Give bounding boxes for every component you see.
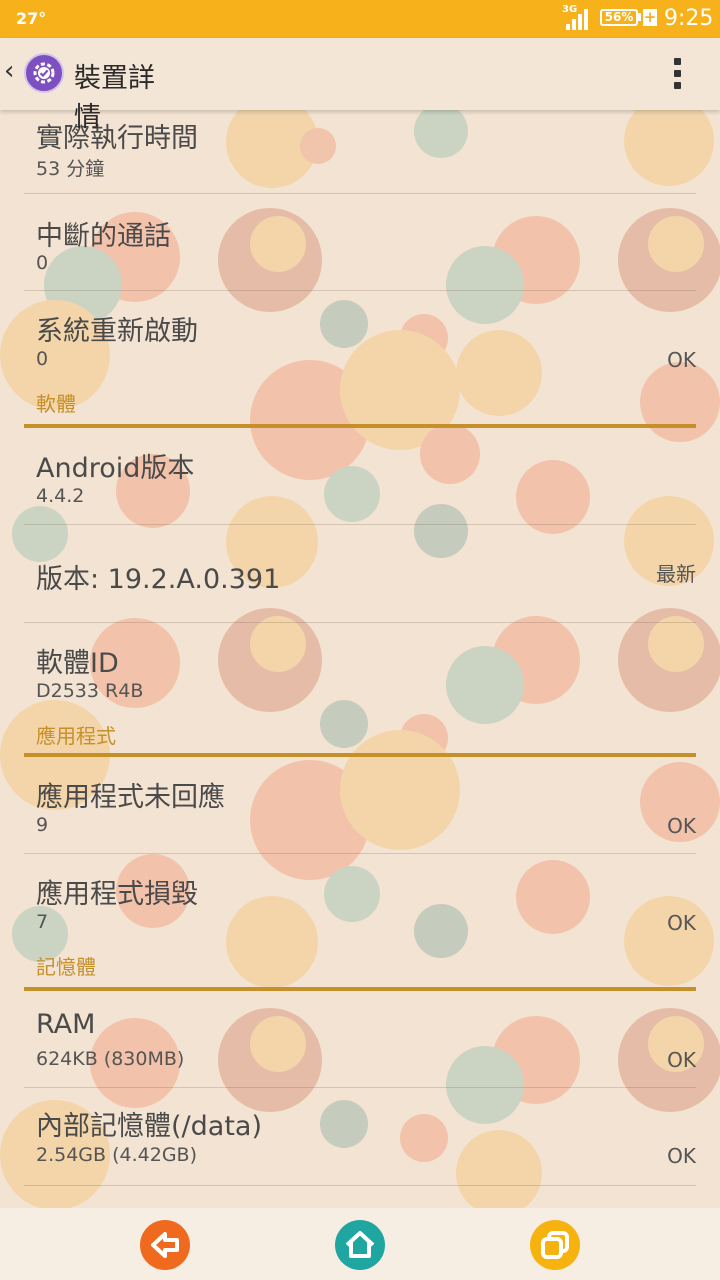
item-value: 53 分鐘 — [36, 158, 105, 180]
section-header-memory: 記憶體 — [24, 951, 696, 991]
item-title: Android版本 — [36, 453, 195, 484]
item-value: 0 — [36, 252, 49, 274]
nav-back-button[interactable] — [140, 1220, 190, 1270]
status-label: 最新 — [656, 562, 696, 586]
item-value: 7 — [36, 911, 49, 933]
list-item[interactable]: RAM 624KB (830MB) OK — [24, 991, 696, 1088]
item-title: 應用程式損毀 — [36, 879, 198, 910]
status-label: OK — [667, 1048, 696, 1072]
nav-home-button[interactable] — [335, 1220, 385, 1270]
overflow-dot-icon — [674, 58, 681, 65]
item-value: 9 — [36, 814, 49, 836]
section-header-label: 記憶體 — [36, 955, 96, 979]
device-details-list[interactable]: 實際執行時間 53 分鐘 中斷的通話 0 系統重新啟動 0 OK 軟體 Andr… — [0, 110, 720, 1208]
signal-strength-icon — [566, 9, 588, 30]
item-value: 624KB (830MB) — [36, 1048, 185, 1070]
item-title: 軟體ID — [36, 648, 119, 679]
arrow-left-icon — [151, 1232, 179, 1258]
item-title: 中斷的通話 — [36, 221, 171, 252]
nav-recents-button[interactable] — [530, 1220, 580, 1270]
navigation-bar — [0, 1208, 720, 1280]
overflow-menu-button[interactable] — [664, 56, 692, 92]
action-bar: ‹ 裝置詳情 — [0, 38, 720, 133]
item-title: 系統重新啟動 — [36, 316, 198, 347]
stacked-squares-icon — [541, 1231, 569, 1259]
section-header-software: 軟體 — [24, 388, 696, 428]
item-value: D2533 R4B — [36, 680, 144, 702]
list-item[interactable]: 應用程式未回應 9 OK — [24, 757, 696, 854]
battery-tip — [638, 13, 641, 21]
page-title: 裝置詳情 — [74, 63, 155, 133]
status-label: OK — [667, 911, 696, 935]
charging-icon: + — [643, 8, 657, 26]
temperature-indicator: 27° — [16, 9, 47, 28]
list-item[interactable]: 應用程式損毀 7 OK — [24, 854, 696, 951]
house-icon — [345, 1231, 375, 1258]
item-value: 2.54GB (4.42GB) — [36, 1144, 197, 1166]
clock: 9:25 — [664, 6, 714, 31]
list-item[interactable]: 系統重新啟動 0 OK — [24, 291, 696, 388]
list-item[interactable]: 版本: 19.2.A.0.391 最新 — [24, 525, 696, 623]
status-bar: 27° 3G 56% + 9:25 — [0, 0, 720, 38]
status-label: OK — [667, 348, 696, 372]
section-header-label: 應用程式 — [36, 724, 116, 748]
app-icon — [24, 53, 64, 93]
list-item[interactable]: Android版本 4.4.2 — [24, 428, 696, 525]
up-navigation[interactable]: ‹ 裝置詳情 — [0, 38, 180, 133]
item-title: 版本: 19.2.A.0.391 — [36, 564, 281, 595]
item-title: 內部記憶體(/data) — [36, 1111, 262, 1142]
item-value: 4.4.2 — [36, 485, 85, 507]
chevron-left-icon: ‹ — [4, 56, 15, 86]
status-label: OK — [667, 1144, 696, 1168]
gear-check-icon — [33, 62, 55, 84]
status-label: OK — [667, 814, 696, 838]
overflow-dot-icon — [674, 70, 681, 77]
item-title: RAM — [36, 1009, 96, 1040]
battery-icon: 56% — [600, 9, 638, 26]
list-item[interactable]: 軟體ID D2533 R4B — [24, 623, 696, 720]
list-item[interactable]: 中斷的通話 0 — [24, 194, 696, 291]
section-header-apps: 應用程式 — [24, 720, 696, 757]
item-value: 0 — [36, 348, 49, 370]
overflow-dot-icon — [674, 82, 681, 89]
item-title: 應用程式未回應 — [36, 782, 225, 813]
section-header-label: 軟體 — [36, 392, 76, 416]
list-item[interactable]: 內部記憶體(/data) 2.54GB (4.42GB) OK — [24, 1088, 696, 1186]
